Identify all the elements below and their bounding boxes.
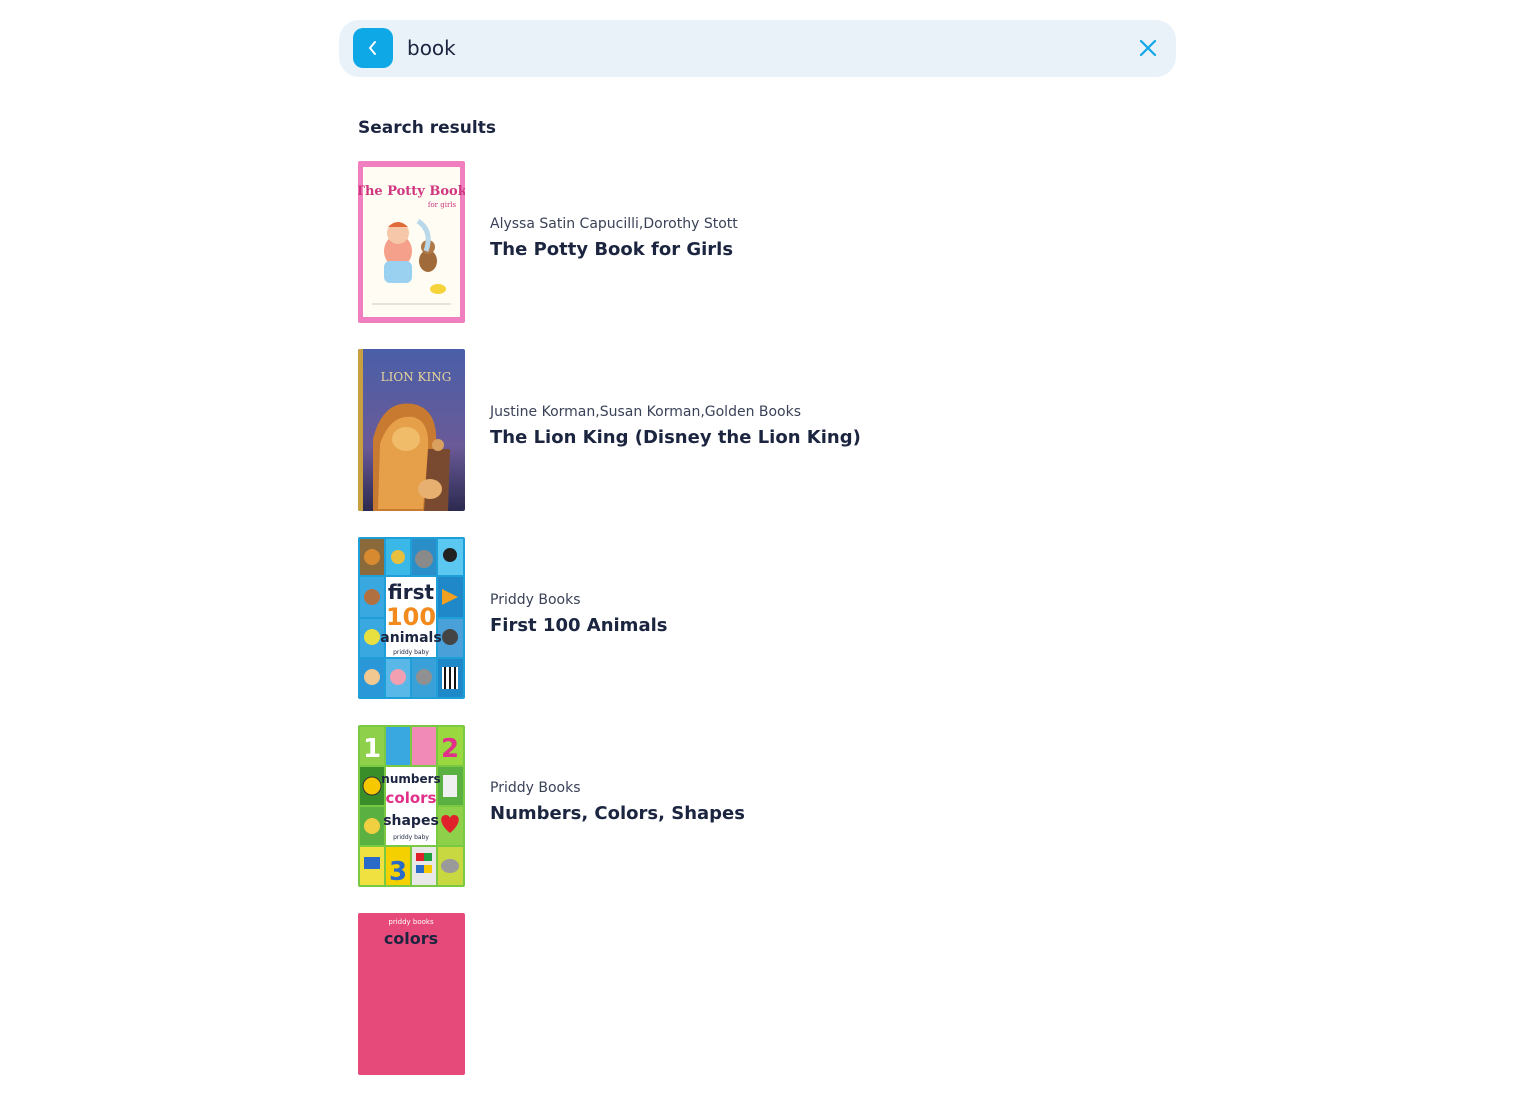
book-cover: 1 2 3 numbers colors shapes priddy baby xyxy=(358,725,465,887)
book-info: Priddy Books Numbers, Colors, Shapes xyxy=(490,780,745,824)
chevron-left-icon xyxy=(369,41,376,55)
cover-subtitle: for girls xyxy=(428,201,457,209)
cover-title: colors xyxy=(384,929,438,948)
cover-brand: priddy books xyxy=(388,918,434,926)
cover-line-1: first xyxy=(388,580,435,604)
cover-line-1: numbers xyxy=(381,772,440,786)
results-heading: Search results xyxy=(358,118,496,138)
result-item-first-100-animals[interactable]: first 100 animals priddy baby Priddy Boo… xyxy=(358,537,1158,699)
book-author: Priddy Books xyxy=(490,592,581,608)
book-title: The Lion King (Disney the Lion King) xyxy=(490,427,861,448)
results-list: The Potty Book for girls Alyssa Satin Ca… xyxy=(358,161,1158,1101)
svg-text:1: 1 xyxy=(363,734,381,764)
book-cover: LION KING xyxy=(358,349,465,511)
cover-title: The Potty Book xyxy=(358,184,465,199)
book-info: Alyssa Satin Capucilli,Dorothy Stott The… xyxy=(490,216,738,260)
book-cover: priddy books colors xyxy=(358,913,465,1075)
cover-line-2: colors xyxy=(386,789,437,807)
search-bar xyxy=(339,20,1176,77)
cover-line-2: 100 xyxy=(386,603,436,631)
cover-brand: priddy baby xyxy=(393,649,429,656)
result-item-colors[interactable]: priddy books colors xyxy=(358,913,1158,1075)
book-title: The Potty Book for Girls xyxy=(490,239,734,260)
svg-text:3: 3 xyxy=(389,857,407,887)
cover-title: LION KING xyxy=(381,370,452,384)
cover-line-3: animals xyxy=(380,630,441,646)
close-icon xyxy=(1139,39,1157,57)
book-title: First 100 Animals xyxy=(490,615,668,636)
search-input[interactable] xyxy=(407,31,1107,65)
svg-text:2: 2 xyxy=(441,734,459,764)
result-item-potty-book[interactable]: The Potty Book for girls Alyssa Satin Ca… xyxy=(358,161,1158,323)
book-cover: The Potty Book for girls xyxy=(358,161,465,323)
result-item-lion-king[interactable]: LION KING Justine Korman,Susan Korman,Go… xyxy=(358,349,1158,511)
cover-line-3: shapes xyxy=(383,813,439,829)
book-author: Justine Korman,Susan Korman,Golden Books xyxy=(490,404,802,420)
cover-brand: priddy baby xyxy=(393,834,429,841)
book-author: Alyssa Satin Capucilli,Dorothy Stott xyxy=(490,216,738,232)
result-item-numbers-colors-shapes[interactable]: 1 2 3 numbers colors shapes priddy baby xyxy=(358,725,1158,887)
back-button[interactable] xyxy=(353,28,393,68)
book-info: Priddy Books First 100 Animals xyxy=(490,592,667,636)
clear-button[interactable] xyxy=(1136,36,1160,60)
book-info: Justine Korman,Susan Korman,Golden Books… xyxy=(490,404,861,448)
book-title: Numbers, Colors, Shapes xyxy=(490,803,745,824)
book-author: Priddy Books xyxy=(490,780,581,796)
book-cover: first 100 animals priddy baby xyxy=(358,537,465,699)
